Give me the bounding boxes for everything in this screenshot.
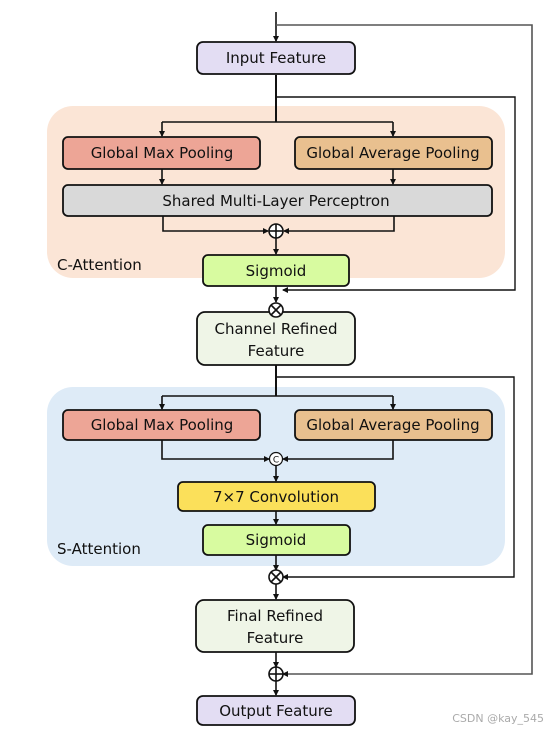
- add-operator-icon: [268, 666, 284, 682]
- c-max-pooling-label: Global Max Pooling: [91, 144, 234, 162]
- multiply-operator-icon: [268, 569, 284, 585]
- channel-refined-label-1: Channel Refined: [214, 320, 337, 338]
- input-feature-label: Input Feature: [226, 49, 326, 67]
- s-max-pooling-label: Global Max Pooling: [91, 416, 234, 434]
- s-avg-pooling-label: Global Average Pooling: [306, 416, 479, 434]
- final-refined-label-2: Feature: [247, 629, 304, 647]
- cbam-diagram: C-Attention S-Attention C Input Feature …: [47, 12, 544, 726]
- concat-label: C: [273, 456, 279, 466]
- multiply-operator-icon: [268, 302, 284, 318]
- output-feature-label: Output Feature: [219, 702, 333, 720]
- c-attention-label: C-Attention: [57, 256, 142, 274]
- watermark: CSDN @kay_545: [452, 712, 544, 725]
- s-attention-label: S-Attention: [57, 540, 141, 558]
- channel-refined-label-2: Feature: [248, 342, 305, 360]
- s-sigmoid-label: Sigmoid: [246, 531, 307, 549]
- conv-label: 7×7 Convolution: [213, 488, 339, 506]
- c-avg-pooling-label: Global Average Pooling: [306, 144, 479, 162]
- final-refined-label-1: Final Refined: [227, 607, 323, 625]
- mlp-label: Shared Multi-Layer Perceptron: [162, 192, 389, 210]
- add-operator-icon: [268, 223, 284, 239]
- c-sigmoid-label: Sigmoid: [246, 262, 307, 280]
